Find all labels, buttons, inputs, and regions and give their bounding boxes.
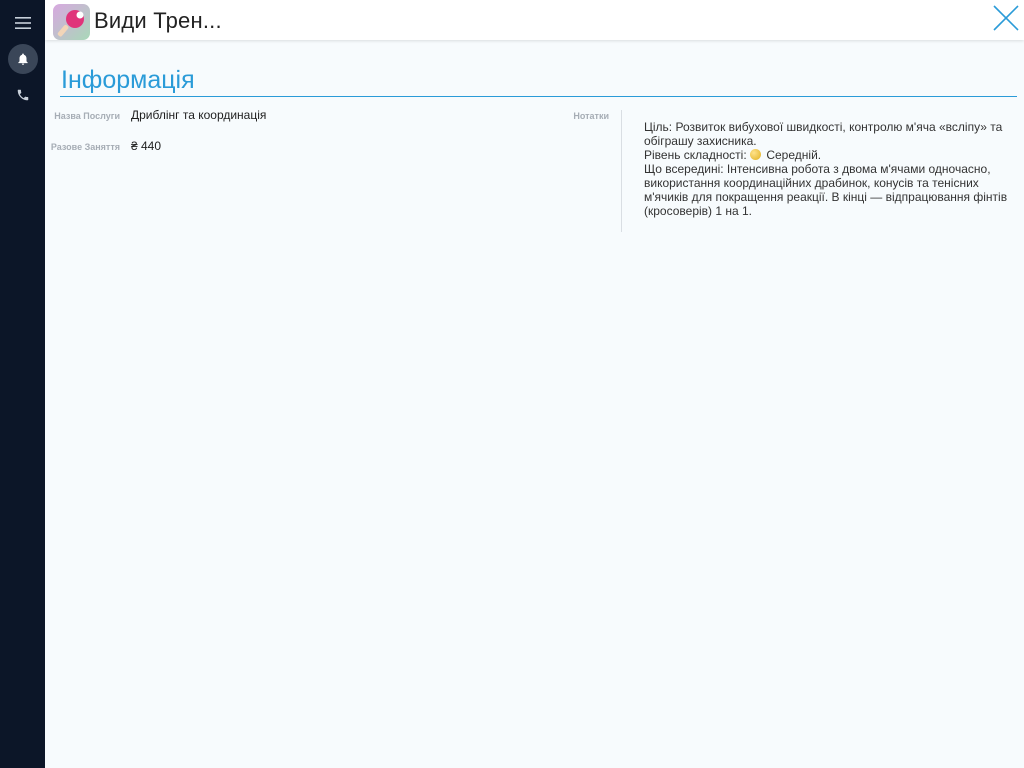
notes-level: Рівень складності: Середній.	[644, 148, 1014, 162]
section-divider	[60, 96, 1017, 97]
notes-text: Ціль: Розвиток вибухової швидкості, конт…	[644, 120, 1014, 218]
close-icon	[993, 5, 1019, 31]
close-button[interactable]	[991, 3, 1021, 33]
notifications-button[interactable]	[8, 44, 38, 74]
window-title: Види Трен...	[94, 8, 222, 33]
phone-button[interactable]	[8, 80, 38, 110]
app-logo-icon	[53, 4, 90, 40]
column-divider	[621, 110, 622, 232]
service-name-label: Назва Послуги	[54, 111, 120, 121]
sidebar	[0, 0, 45, 768]
single-session-label: Разове Заняття	[50, 142, 120, 152]
notes-label: Нотатки	[573, 111, 609, 121]
notes-goal: Ціль: Розвиток вибухової швидкості, конт…	[644, 120, 1003, 148]
menu-button[interactable]	[8, 8, 38, 38]
single-session-value: ₴ 440	[131, 139, 162, 153]
notes-details: Що всередині: Інтенсивна робота з двома …	[644, 162, 1008, 218]
top-bar: Види Трен...	[45, 0, 1024, 40]
section-title: Інформація	[61, 66, 195, 94]
phone-icon	[17, 89, 29, 101]
bell-icon	[18, 53, 28, 65]
level-dot-icon	[750, 149, 761, 160]
service-name-value: Дриблінг та координація	[131, 108, 267, 122]
notes-level-prefix: Рівень складності:	[644, 148, 747, 162]
notes-level-value: Середній.	[766, 148, 822, 162]
menu-icon	[15, 17, 31, 29]
